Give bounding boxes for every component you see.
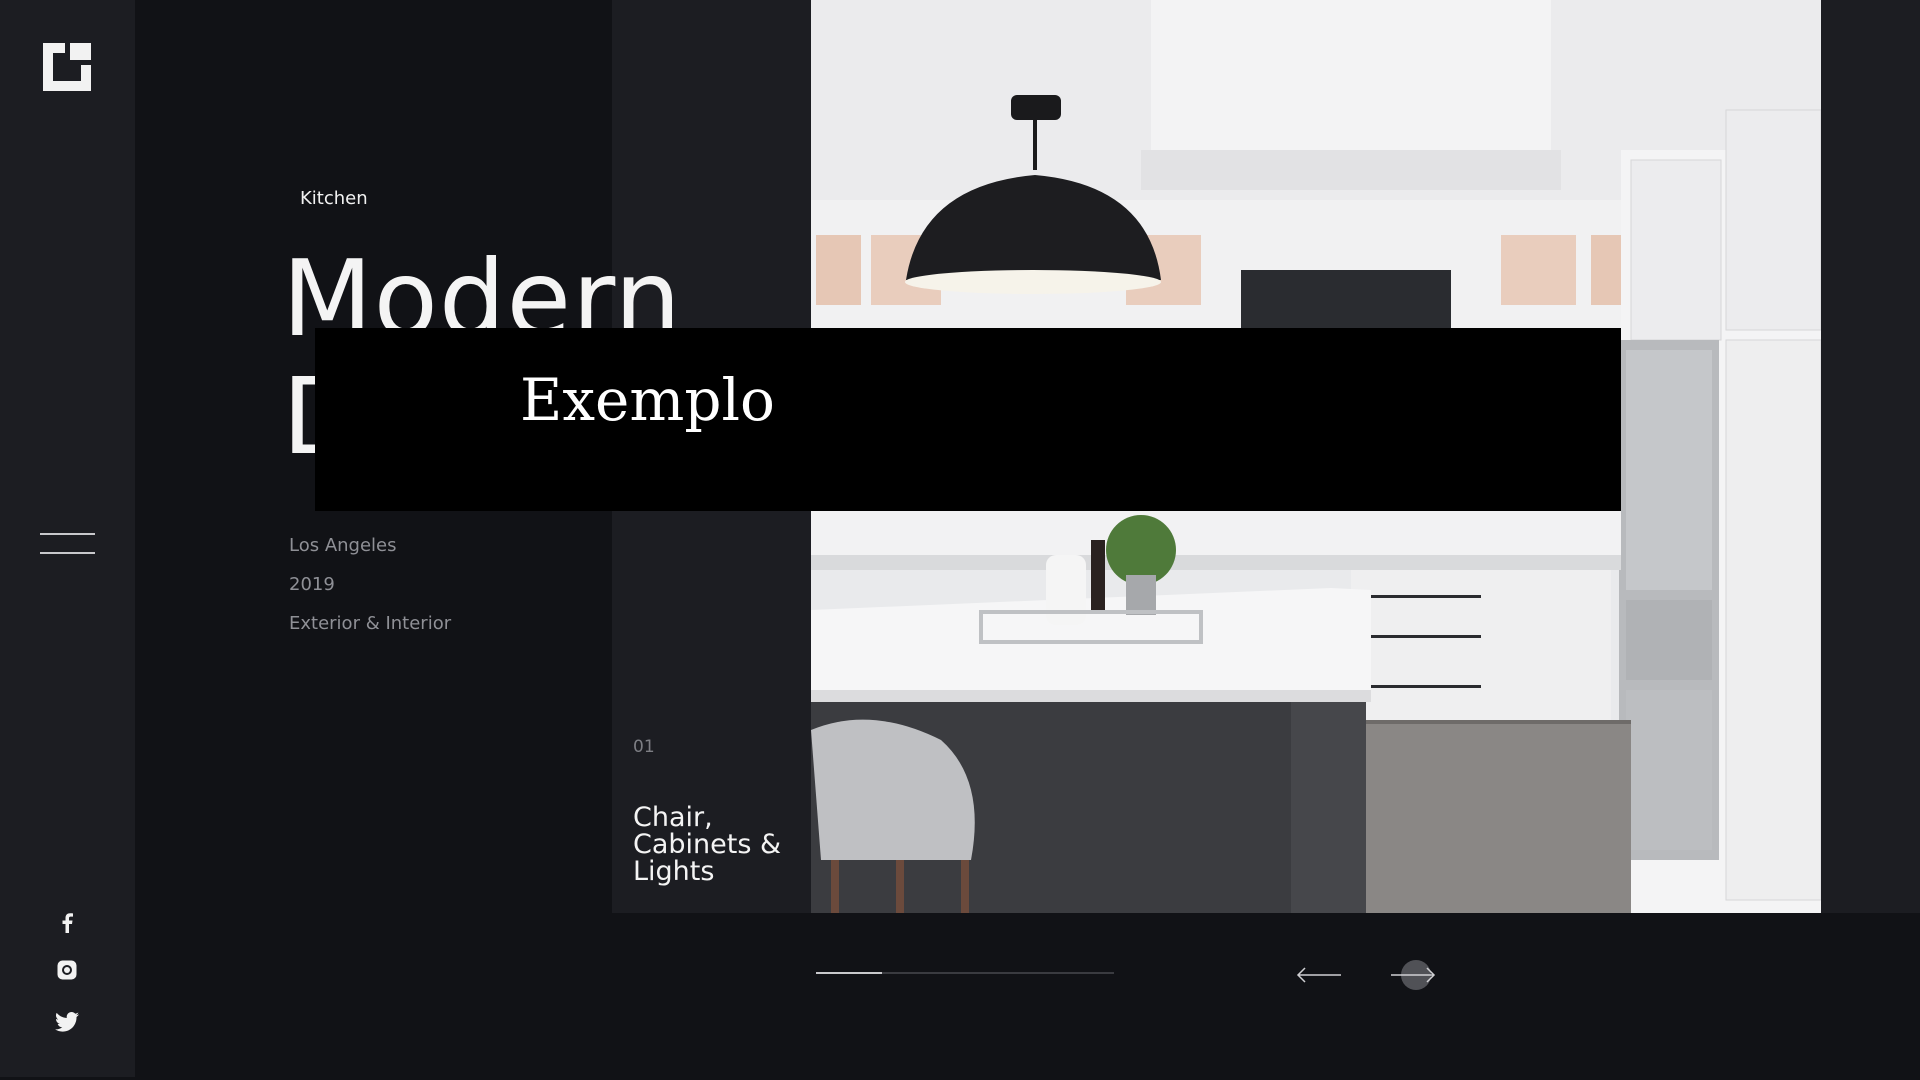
meta-scope: Exterior & Interior	[289, 613, 452, 634]
menu-line-top	[40, 533, 95, 535]
overlay-text: Exemplo	[520, 366, 775, 434]
twitter-icon[interactable]	[52, 1007, 82, 1037]
right-strip	[1820, 0, 1920, 913]
caption-line-1: Chair,	[633, 802, 713, 833]
arrow-left-icon	[1296, 967, 1341, 983]
arrow-right-icon	[1391, 967, 1436, 983]
facebook-icon[interactable]	[52, 908, 82, 938]
caption-line-3: Lights	[633, 856, 715, 887]
slide-number: 01	[633, 737, 655, 757]
logo-icon[interactable]	[43, 43, 91, 91]
slide-progress-fill	[816, 972, 882, 974]
menu-line-bottom	[40, 552, 95, 554]
sidebar	[0, 0, 135, 1077]
caption-line-2: Cabinets &	[633, 829, 782, 860]
meta-location: Los Angeles	[289, 535, 397, 556]
instagram-icon[interactable]	[52, 955, 82, 985]
slide-progress-bar[interactable]	[816, 972, 1114, 974]
meta-year: 2019	[289, 574, 335, 595]
project-category: Kitchen	[300, 188, 368, 209]
overlay-banner: Exemplo	[315, 328, 1621, 511]
slide-caption: Chair, Cabinets & Lights	[633, 804, 803, 885]
prev-arrow-button[interactable]	[1295, 955, 1345, 995]
next-arrow-button[interactable]	[1388, 955, 1438, 995]
menu-button[interactable]	[40, 530, 95, 556]
